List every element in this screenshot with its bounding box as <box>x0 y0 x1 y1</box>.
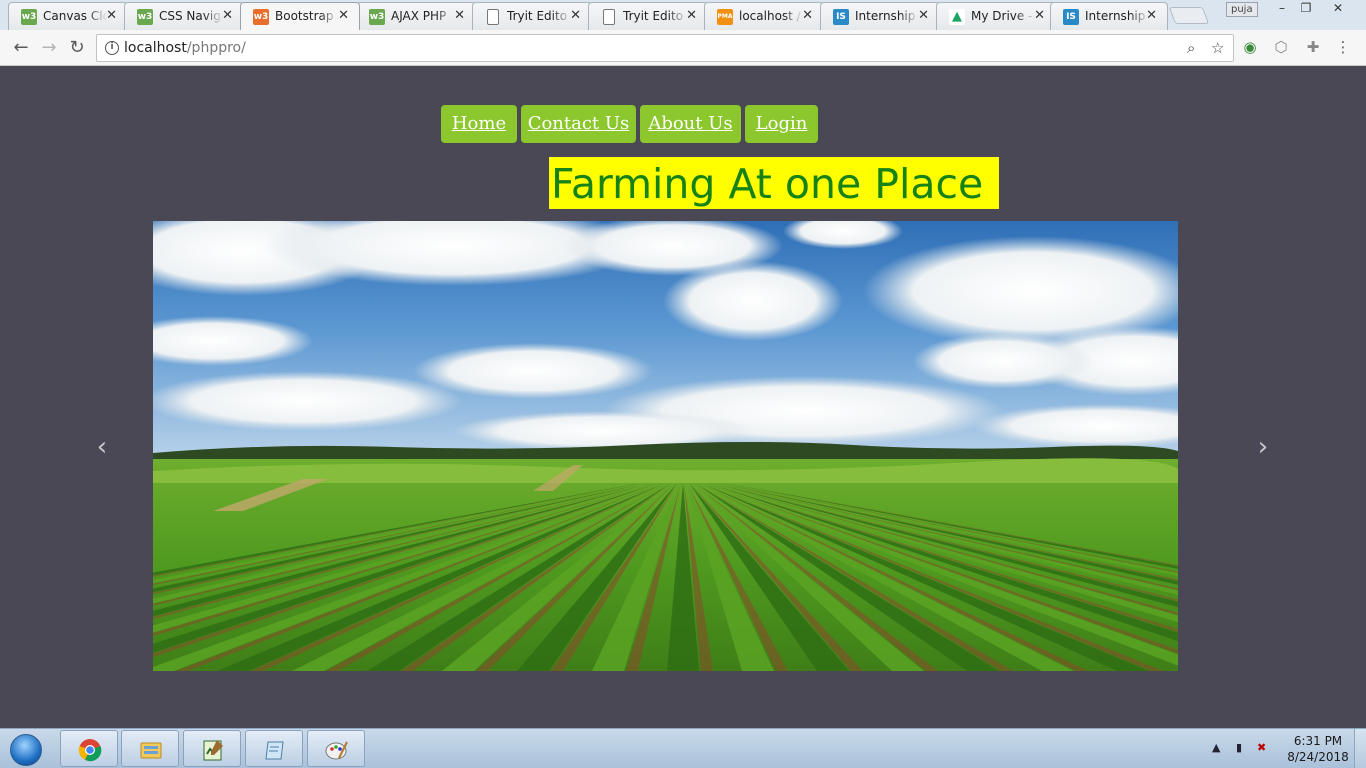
tab-close-icon[interactable]: ✕ <box>338 8 349 23</box>
menu-kebab-icon[interactable]: ⋮ <box>1334 38 1352 56</box>
taskbar-chrome-button[interactable] <box>60 730 118 767</box>
battery-icon[interactable]: ▮ <box>1236 741 1242 754</box>
phpmyadmin-icon: PMA <box>717 9 733 25</box>
zoom-search-icon[interactable]: ⌕ <box>1187 39 1195 57</box>
notepad-icon <box>265 741 284 760</box>
forward-icon[interactable]: → <box>37 36 61 60</box>
nav-home-link[interactable]: Home <box>441 105 517 143</box>
carousel-prev-icon[interactable]: ‹ <box>90 434 114 460</box>
network-icon[interactable]: ✖ <box>1257 741 1266 754</box>
taskbar-editor-button[interactable] <box>183 730 241 767</box>
browser-toolbar: ← → ↻ i localhost/phppro/ ⌕ ☆ ◉ ⬡ ✚ ⋮ <box>0 30 1366 66</box>
document-icon <box>603 9 615 25</box>
browser-tab[interactable]: ▲ My Drive - ✕ <box>936 2 1056 30</box>
extension-cube-icon[interactable]: ⬡ <box>1272 38 1290 56</box>
tab-title: Canvas Clo <box>43 9 107 23</box>
browser-tab[interactable]: w3 Bootstrap ✕ <box>240 2 360 30</box>
close-window-icon[interactable]: ✕ <box>1326 0 1350 18</box>
browser-tab[interactable]: IS Internship ✕ <box>1050 2 1168 30</box>
paint-palette-icon <box>325 741 348 760</box>
url-host: localhost <box>124 40 187 56</box>
taskbar-clock[interactable]: 6:31 PM 8/24/2018 <box>1282 733 1354 765</box>
browser-tab[interactable]: w3 Canvas Clo ✕ <box>8 2 128 30</box>
restore-icon[interactable]: ❐ <box>1294 0 1318 18</box>
show-desktop-button[interactable] <box>1354 729 1366 768</box>
url-text[interactable]: localhost/phppro/ <box>124 40 246 56</box>
tab-title: AJAX PHP <box>391 9 447 23</box>
internshala-icon: IS <box>833 9 849 25</box>
nav-contact-link[interactable]: Contact Us <box>521 105 636 143</box>
address-bar[interactable]: i localhost/phppro/ ⌕ ☆ <box>96 34 1234 62</box>
start-button[interactable] <box>4 730 46 768</box>
tab-title: Bootstrap <box>275 9 334 23</box>
taskbar-explorer-button[interactable] <box>121 730 179 767</box>
tab-close-icon[interactable]: ✕ <box>570 8 581 23</box>
tab-title: Tryit Edito <box>623 9 684 23</box>
w3schools-icon: w3 <box>137 9 153 25</box>
tab-strip: w3 Canvas Clo ✕ w3 CSS Naviga ✕ w3 Bootstrap ✕ w3… <box>0 0 1366 30</box>
tab-title: My Drive - <box>971 9 1033 23</box>
tab-title: Internship <box>855 9 916 23</box>
document-icon <box>487 9 499 25</box>
farm-landscape-image <box>153 221 1178 671</box>
google-drive-icon: ▲ <box>949 9 965 25</box>
w3schools-icon: w3 <box>253 9 269 25</box>
taskbar-paint-button[interactable] <box>307 730 365 767</box>
browser-tab[interactable]: w3 CSS Naviga ✕ <box>124 2 244 30</box>
back-icon[interactable]: ← <box>9 36 33 60</box>
chrome-icon <box>78 739 102 762</box>
tab-close-icon[interactable]: ✕ <box>686 8 697 23</box>
info-icon[interactable]: i <box>105 41 119 55</box>
tab-title: localhost / <box>739 9 801 23</box>
page-title: Farming At one Place <box>549 157 999 209</box>
carousel-next-icon[interactable]: › <box>1251 434 1275 460</box>
tab-close-icon[interactable]: ✕ <box>918 8 929 23</box>
extension-globe-icon[interactable]: ◉ <box>1241 38 1259 56</box>
tab-title: Tryit Edito <box>507 9 568 23</box>
browser-tab[interactable]: Tryit Edito ✕ <box>588 2 708 30</box>
tab-close-icon[interactable]: ✕ <box>454 8 465 23</box>
tab-title: CSS Naviga <box>159 9 223 23</box>
tab-close-icon[interactable]: ✕ <box>106 8 117 23</box>
nav-login-link[interactable]: Login <box>745 105 818 143</box>
nav-about-link[interactable]: About Us <box>640 105 741 143</box>
tab-close-icon[interactable]: ✕ <box>1146 8 1157 23</box>
url-path: /phppro/ <box>186 40 246 56</box>
internshala-icon: IS <box>1063 9 1079 25</box>
carousel-slide-image <box>153 221 1178 671</box>
folder-icon <box>140 742 162 759</box>
w3schools-icon: w3 <box>21 9 37 25</box>
windows-logo-icon <box>10 734 42 766</box>
minimize-icon[interactable]: – <box>1270 0 1294 18</box>
windows-taskbar: ▲ ▮ ✖ 6:31 PM 8/24/2018 <box>0 728 1366 768</box>
profile-button[interactable]: puja <box>1226 2 1258 17</box>
notepad-plus-icon <box>203 740 223 761</box>
clock-time: 6:31 PM <box>1293 734 1343 748</box>
taskbar-notepad-button[interactable] <box>245 730 303 767</box>
extension-puzzle-icon[interactable]: ✚ <box>1304 38 1322 56</box>
browser-tab[interactable]: w3 AJAX PHP ✕ <box>356 2 476 30</box>
tab-title: Internship <box>1085 9 1146 23</box>
tab-close-icon[interactable]: ✕ <box>222 8 233 23</box>
reload-icon[interactable]: ↻ <box>65 36 89 60</box>
browser-tab[interactable]: PMA localhost / ✕ <box>704 2 824 30</box>
browser-tab[interactable]: IS Internship ✕ <box>820 2 940 30</box>
browser-tab[interactable]: Tryit Edito ✕ <box>472 2 592 30</box>
tray-expand-icon[interactable]: ▲ <box>1212 741 1220 754</box>
bookmark-star-icon[interactable]: ☆ <box>1211 39 1224 57</box>
new-tab-button[interactable] <box>1168 7 1210 24</box>
w3schools-icon: w3 <box>369 9 385 25</box>
tab-close-icon[interactable]: ✕ <box>1034 8 1045 23</box>
tab-close-icon[interactable]: ✕ <box>802 8 813 23</box>
clock-date: 8/24/2018 <box>1287 750 1349 764</box>
